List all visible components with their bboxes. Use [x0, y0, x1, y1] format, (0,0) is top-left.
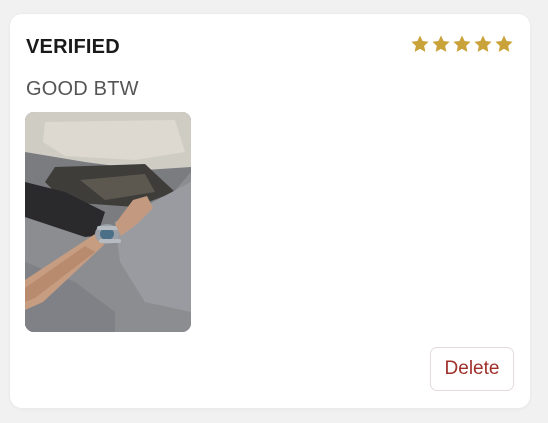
review-photo[interactable]	[25, 112, 191, 332]
star-icon	[474, 35, 492, 52]
page: VERIFIED GOOD BTW Delete	[0, 0, 548, 423]
star-icon	[432, 35, 450, 52]
review-text: GOOD BTW	[26, 78, 139, 100]
review-card: VERIFIED GOOD BTW Delete	[10, 14, 530, 408]
delete-button[interactable]: Delete	[430, 347, 514, 391]
star-rating	[410, 34, 514, 54]
star-icon	[411, 35, 429, 52]
star-icon	[453, 35, 471, 52]
verified-label: VERIFIED	[26, 36, 120, 58]
review-photo-image	[25, 112, 191, 332]
star-icon	[495, 35, 513, 52]
